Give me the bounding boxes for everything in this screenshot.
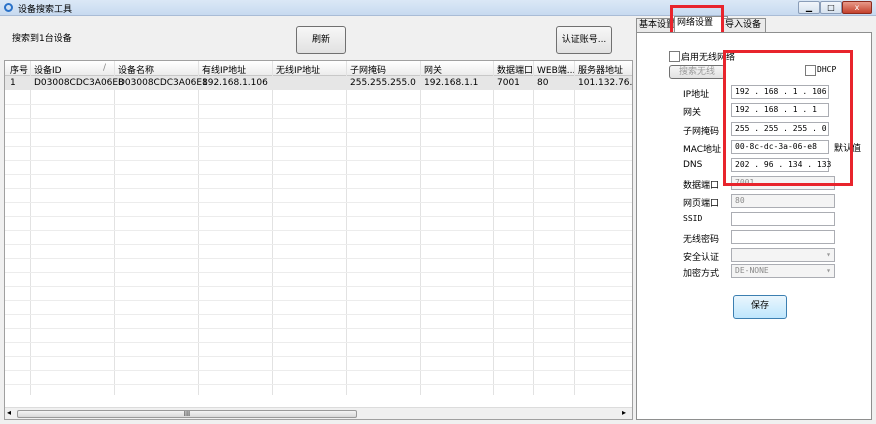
dns-label: DNS — [683, 160, 703, 170]
data-port-label: 数据端口 — [683, 181, 720, 191]
column-header-gateway[interactable]: 网关 — [424, 63, 442, 76]
highlight-box-fields — [723, 50, 853, 186]
refresh-button[interactable]: 刷新 — [296, 26, 346, 54]
horizontal-scrollbar[interactable]: ◂ III ▸ — [5, 407, 632, 419]
title-bar: 设备搜索工具 ▁ □ x — [0, 0, 876, 16]
cell-device-id: D03008CDC3A06E8 — [34, 78, 124, 88]
cell-web-port: 80 — [537, 78, 549, 88]
cell-device-name: D03008CDC3A06E8 — [118, 78, 208, 88]
sort-indicator: / — [103, 63, 107, 73]
scroll-left-icon[interactable]: ◂ — [7, 408, 11, 417]
gateway-label: 网关 — [683, 108, 702, 118]
ip-label: IP地址 — [683, 90, 710, 100]
subnet-mask-label: 子网掩码 — [683, 127, 720, 137]
column-header-server-address[interactable]: 服务器地址 — [578, 63, 623, 76]
wifi-password-label: 无线密码 — [683, 235, 720, 245]
tab-import-device[interactable]: 导入设备 — [722, 18, 766, 33]
security-auth-select[interactable]: ▾ — [731, 248, 835, 262]
maximize-button[interactable]: □ — [820, 1, 842, 14]
scroll-thumb[interactable]: III — [17, 410, 357, 418]
device-table: 序号 设备ID / 设备名称 有线IP地址 无线IP地址 子网掩码 网关 数据端… — [4, 60, 633, 420]
window-title: 设备搜索工具 — [18, 5, 73, 15]
auth-account-button[interactable]: 认证账号... — [556, 26, 612, 54]
cell-index: 1 — [10, 78, 16, 88]
ssid-label: SSID — [683, 214, 703, 223]
encryption-select[interactable]: DE-NONE ▾ — [731, 264, 835, 278]
wireless-enable-checkbox[interactable] — [669, 51, 680, 62]
chevron-down-icon: ▾ — [826, 250, 831, 259]
save-button[interactable]: 保存 — [733, 295, 787, 319]
column-header-data-port[interactable]: 数据端口 — [497, 63, 533, 76]
table-row[interactable]: 1 D03008CDC3A06E8 D03008CDC3A06E8 192.16… — [5, 76, 632, 90]
column-header-wired-ip[interactable]: 有线IP地址 — [202, 63, 246, 76]
maximize-icon: □ — [827, 3, 835, 12]
web-port-label: 网页端口 — [683, 199, 720, 209]
search-result-text: 搜索到1台设备 — [12, 34, 72, 44]
cell-gateway: 192.168.1.1 — [424, 78, 479, 88]
wifi-password-field[interactable] — [731, 230, 835, 244]
column-header-device-id[interactable]: 设备ID — [34, 63, 62, 76]
cell-data-port: 7001 — [497, 78, 520, 88]
chevron-down-icon: ▾ — [826, 266, 831, 275]
search-icon — [4, 3, 13, 12]
column-header-wireless-ip[interactable]: 无线IP地址 — [276, 63, 320, 76]
minimize-icon: ▁ — [805, 3, 813, 12]
column-header-index[interactable]: 序号 — [10, 63, 28, 76]
web-port-field[interactable]: 80 — [731, 194, 835, 208]
close-button[interactable]: x — [842, 1, 872, 14]
cell-subnet-mask: 255.255.255.0 — [350, 78, 416, 88]
encryption-value: DE-NONE — [735, 266, 769, 275]
close-icon: x — [854, 3, 860, 12]
encryption-label: 加密方式 — [683, 269, 720, 279]
minimize-button[interactable]: ▁ — [798, 1, 820, 14]
cell-wired-ip: 192.168.1.106 — [202, 78, 268, 88]
ssid-field[interactable] — [731, 212, 835, 226]
column-header-web-port[interactable]: WEB端... — [537, 63, 575, 76]
scroll-right-icon[interactable]: ▸ — [622, 408, 626, 417]
column-header-subnet-mask[interactable]: 子网掩码 — [350, 63, 386, 76]
security-auth-label: 安全认证 — [683, 253, 720, 263]
search-wireless-button[interactable]: 搜索无线 — [669, 65, 725, 79]
mac-label: MAC地址 — [683, 145, 722, 155]
table-header: 序号 设备ID / 设备名称 有线IP地址 无线IP地址 子网掩码 网关 数据端… — [5, 61, 632, 76]
cell-server-address: 101.132.76.44 — [578, 78, 633, 88]
column-header-device-name[interactable]: 设备名称 — [118, 63, 154, 76]
